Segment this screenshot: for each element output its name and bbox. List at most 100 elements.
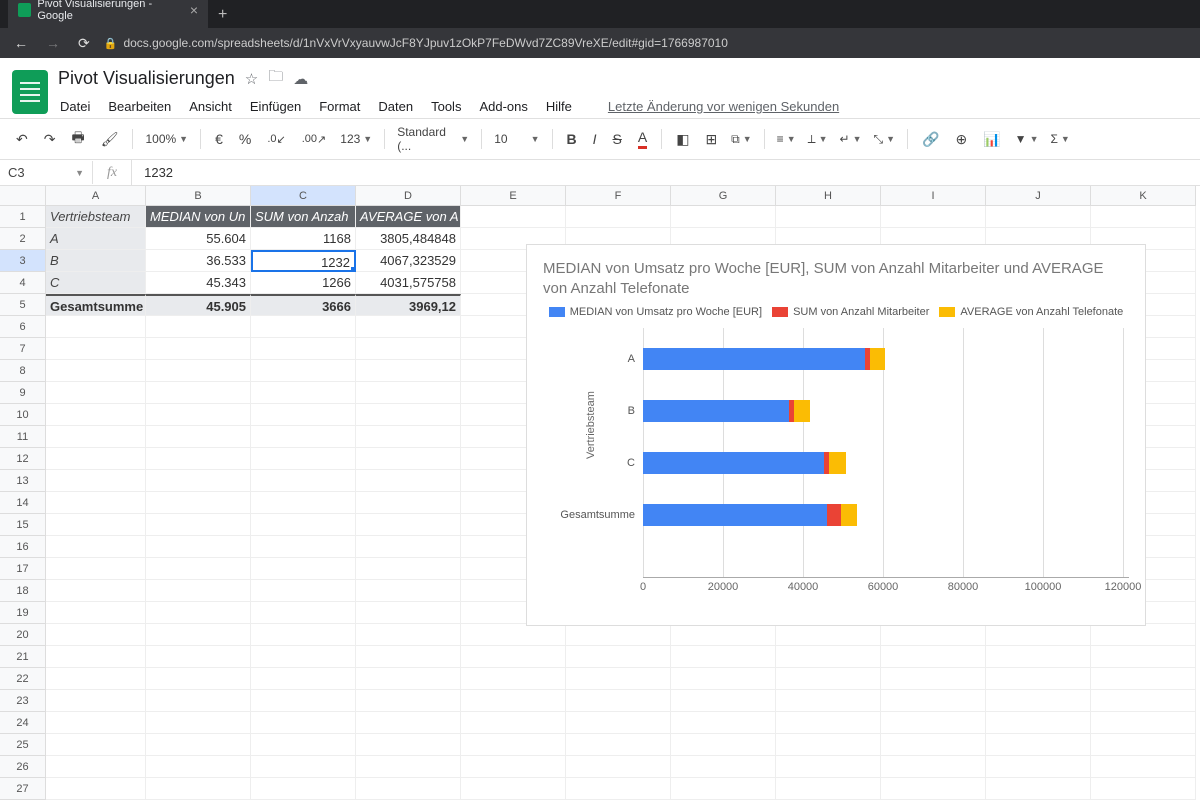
cell[interactable] — [881, 206, 986, 228]
row-header-14[interactable]: 14 — [0, 492, 46, 514]
cell[interactable] — [461, 624, 566, 646]
row-header-6[interactable]: 6 — [0, 316, 46, 338]
currency-button[interactable]: € — [209, 127, 229, 151]
cell[interactable] — [356, 712, 461, 734]
formula-input[interactable]: 1232 — [132, 165, 185, 180]
cell[interactable] — [566, 756, 671, 778]
cell[interactable] — [251, 360, 356, 382]
spreadsheet-grid[interactable]: ABCDEFGHIJK 1234567891011121314151617181… — [0, 186, 1200, 800]
cell[interactable] — [146, 778, 251, 800]
cell[interactable] — [461, 206, 566, 228]
cell[interactable] — [146, 536, 251, 558]
comment-icon[interactable]: ⊕ — [950, 127, 974, 152]
cell[interactable] — [146, 756, 251, 778]
row-header-12[interactable]: 12 — [0, 448, 46, 470]
cell[interactable] — [46, 558, 146, 580]
cell[interactable] — [776, 778, 881, 800]
cell[interactable] — [566, 778, 671, 800]
cell[interactable] — [46, 624, 146, 646]
functions-icon[interactable]: Σ▼ — [1046, 130, 1073, 148]
cell[interactable] — [881, 690, 986, 712]
bold-button[interactable]: B — [561, 127, 583, 151]
cell[interactable] — [146, 514, 251, 536]
cell[interactable] — [1091, 690, 1196, 712]
cell[interactable] — [251, 514, 356, 536]
cell[interactable] — [46, 492, 146, 514]
cell[interactable]: 3666 — [251, 294, 356, 316]
cell[interactable] — [146, 712, 251, 734]
cell[interactable] — [881, 778, 986, 800]
col-header-A[interactable]: A — [46, 186, 146, 206]
cell[interactable] — [251, 734, 356, 756]
cell[interactable] — [251, 448, 356, 470]
row-header-25[interactable]: 25 — [0, 734, 46, 756]
cell[interactable] — [46, 602, 146, 624]
forward-icon[interactable]: → — [42, 31, 64, 55]
cell[interactable] — [986, 756, 1091, 778]
cell[interactable] — [776, 690, 881, 712]
row-header-22[interactable]: 22 — [0, 668, 46, 690]
cell[interactable]: AVERAGE von A — [356, 206, 461, 228]
cell[interactable] — [986, 624, 1091, 646]
cell[interactable] — [356, 602, 461, 624]
cell[interactable] — [146, 668, 251, 690]
cell[interactable] — [776, 668, 881, 690]
cell[interactable] — [46, 536, 146, 558]
cell[interactable] — [986, 778, 1091, 800]
cell[interactable] — [356, 778, 461, 800]
italic-button[interactable]: I — [587, 127, 603, 151]
col-header-G[interactable]: G — [671, 186, 776, 206]
row-header-26[interactable]: 26 — [0, 756, 46, 778]
cell[interactable] — [356, 316, 461, 338]
valign-icon[interactable]: ⟂▼ — [804, 130, 832, 149]
cell[interactable] — [566, 668, 671, 690]
cell[interactable] — [671, 778, 776, 800]
cell[interactable] — [251, 338, 356, 360]
cell[interactable]: 4067,323529 — [356, 250, 461, 272]
row-header-27[interactable]: 27 — [0, 778, 46, 800]
cell[interactable]: C — [46, 272, 146, 294]
cell[interactable] — [461, 646, 566, 668]
cell[interactable] — [881, 646, 986, 668]
cell[interactable] — [986, 690, 1091, 712]
cell[interactable] — [251, 470, 356, 492]
merge-icon[interactable]: ⧉▼ — [727, 130, 756, 149]
row-header-10[interactable]: 10 — [0, 404, 46, 426]
row-header-21[interactable]: 21 — [0, 646, 46, 668]
cell[interactable] — [46, 382, 146, 404]
row-header-24[interactable]: 24 — [0, 712, 46, 734]
col-header-D[interactable]: D — [356, 186, 461, 206]
cell[interactable] — [251, 382, 356, 404]
col-header-F[interactable]: F — [566, 186, 671, 206]
cell[interactable] — [146, 734, 251, 756]
menu-hilfe[interactable]: Hilfe — [544, 95, 574, 118]
cell[interactable] — [356, 734, 461, 756]
sheets-logo[interactable] — [12, 70, 48, 114]
cell[interactable] — [356, 536, 461, 558]
cell[interactable]: MEDIAN von Un — [146, 206, 251, 228]
text-color-button[interactable]: A — [632, 125, 653, 153]
row-header-1[interactable]: 1 — [0, 206, 46, 228]
link-icon[interactable]: 🔗 — [916, 127, 945, 152]
cell[interactable] — [356, 580, 461, 602]
cell[interactable] — [356, 558, 461, 580]
cell[interactable] — [251, 690, 356, 712]
cell[interactable]: 1266 — [251, 272, 356, 294]
cell[interactable] — [251, 404, 356, 426]
undo-icon[interactable]: ↶ — [10, 127, 34, 152]
cell[interactable] — [566, 624, 671, 646]
cell[interactable]: 3969,12 — [356, 294, 461, 316]
cell[interactable] — [881, 624, 986, 646]
cell[interactable] — [46, 514, 146, 536]
cell[interactable] — [356, 382, 461, 404]
font-select[interactable]: Standard (...▼ — [393, 123, 473, 155]
back-icon[interactable]: ← — [10, 31, 32, 55]
cell[interactable] — [251, 646, 356, 668]
cell[interactable] — [251, 492, 356, 514]
row-header-5[interactable]: 5 — [0, 294, 46, 316]
cell[interactable] — [46, 668, 146, 690]
cell[interactable] — [46, 712, 146, 734]
cell[interactable] — [461, 734, 566, 756]
row-header-13[interactable]: 13 — [0, 470, 46, 492]
cell[interactable] — [46, 580, 146, 602]
